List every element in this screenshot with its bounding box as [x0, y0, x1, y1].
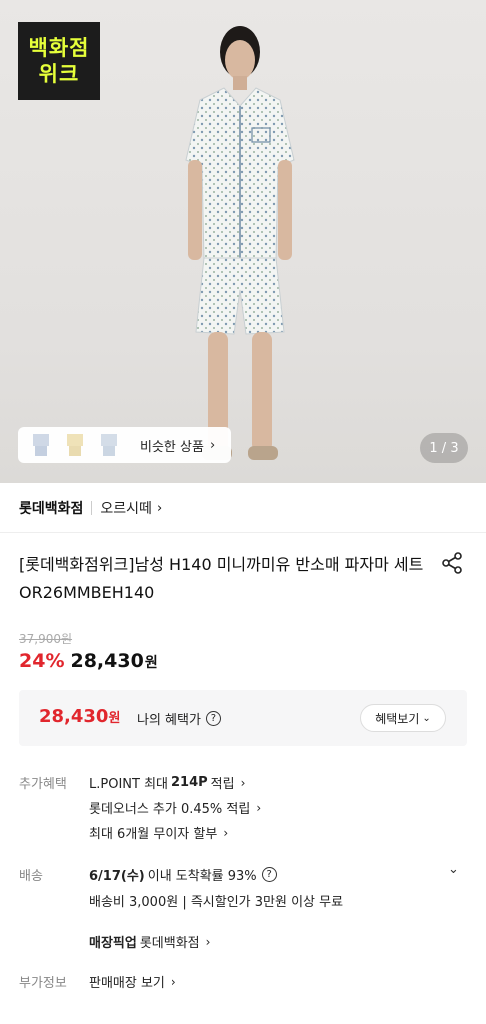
similar-products-label: 비슷한 상품 [140, 439, 204, 455]
chevron-right-icon: › [209, 437, 216, 453]
lpoint-points: 214P [171, 775, 208, 790]
discount-rate: 24% [19, 650, 65, 672]
brand-link[interactable]: 오르시떼 [100, 498, 152, 518]
store-row: 롯데백화점 오르시떼 › [19, 498, 162, 518]
store-name: 롯데백화점 [19, 501, 84, 517]
model-figure [185, 26, 295, 460]
section-divider [0, 532, 486, 533]
store-pickup-link[interactable]: 매장픽업 롯데백화점 › [89, 932, 211, 952]
view-benefits-label: 혜택보기 [375, 711, 420, 726]
chevron-right-icon: › [170, 974, 176, 989]
shipping-label: 배송 [19, 869, 43, 884]
chevron-right-icon: › [223, 825, 229, 840]
store-pickup-label: 매장픽업 [89, 936, 137, 951]
sale-price: 28,430 [70, 650, 144, 672]
price-row: 24% 28,430 원 [19, 650, 158, 672]
original-price: 37,900원 [19, 632, 73, 646]
store-divider [91, 501, 93, 515]
chevron-right-icon: › [240, 775, 246, 790]
installment-text: 최대 6개월 무이자 할부 [89, 827, 218, 842]
lpoint-post: 적립 [210, 777, 235, 792]
selling-store-text: 판매매장 보기 [89, 976, 165, 991]
question-icon[interactable]: ? [205, 711, 221, 726]
lpoint-pre: L.POINT 최대 [89, 777, 168, 792]
question-icon[interactable]: ? [261, 867, 277, 882]
extra-benefits-label: 추가혜택 [19, 777, 67, 792]
store-pickup-store: 롯데백화점 [139, 936, 200, 951]
delivery-probability: 이내 도착확률 93% [147, 869, 257, 884]
product-title: [롯데백화점위크]남성 H140 미니까미유 반소매 파자마 세트 OR26MM… [19, 555, 424, 602]
lpoint-benefit-link[interactable]: L.POINT 최대 214P 적립 › [89, 773, 245, 792]
product-image[interactable]: 백화점 위크 비슷한 상품 › 1 / 3 [0, 0, 486, 483]
benefit-label: 나의 혜택가 ? [137, 709, 221, 728]
additional-info-label: 부가정보 [19, 976, 67, 991]
share-icon[interactable] [440, 551, 464, 575]
chevron-right-icon: › [205, 934, 211, 949]
chevron-right-icon[interactable]: › [157, 501, 162, 516]
delivery-estimate: 6/17(수) 이내 도착확률 93% ? [89, 865, 277, 884]
similar-thumb-2 [60, 431, 90, 459]
chevron-right-icon: › [256, 800, 262, 815]
lotte-owners-text: 롯데오너스 추가 0.45% 적립 [89, 802, 251, 817]
image-counter: 1 / 3 [420, 433, 468, 463]
view-benefits-button[interactable]: 혜택보기 ⌄ [360, 704, 446, 732]
shipping-fee: 배송비 3,000원 | 즉시할인가 3만원 이상 무료 [89, 891, 343, 910]
badge-line-2: 위크 [38, 62, 80, 86]
benefit-price-unit: 원 [108, 711, 121, 726]
benefit-label-text: 나의 혜택가 [137, 713, 201, 728]
chevron-down-icon[interactable]: ⌄ [448, 862, 459, 877]
installment-benefit-link[interactable]: 최대 6개월 무이자 할부 › [89, 823, 229, 843]
benefit-price: 28,430원 [39, 706, 120, 727]
department-store-week-badge: 백화점 위크 [18, 22, 100, 100]
benefit-price-value: 28,430 [39, 706, 109, 727]
delivery-date: 6/17(수) [89, 869, 145, 884]
selling-store-link[interactable]: 판매매장 보기 › [89, 972, 176, 992]
similar-thumb-3 [94, 431, 124, 459]
similar-products-button[interactable]: 비슷한 상품 › [18, 427, 231, 463]
similar-thumb-1 [26, 431, 56, 459]
lotte-owners-benefit-link[interactable]: 롯데오너스 추가 0.45% 적립 › [89, 798, 262, 818]
chevron-down-icon: ⌄ [422, 712, 431, 724]
badge-line-1: 백화점 [28, 36, 90, 60]
sale-price-unit: 원 [144, 655, 158, 671]
benefit-price-box: 28,430원 나의 혜택가 ? 혜택보기 ⌄ [19, 690, 467, 746]
shipping-fee-text: 배송비 3,000원 | 즉시할인가 3만원 이상 무료 [89, 895, 344, 910]
